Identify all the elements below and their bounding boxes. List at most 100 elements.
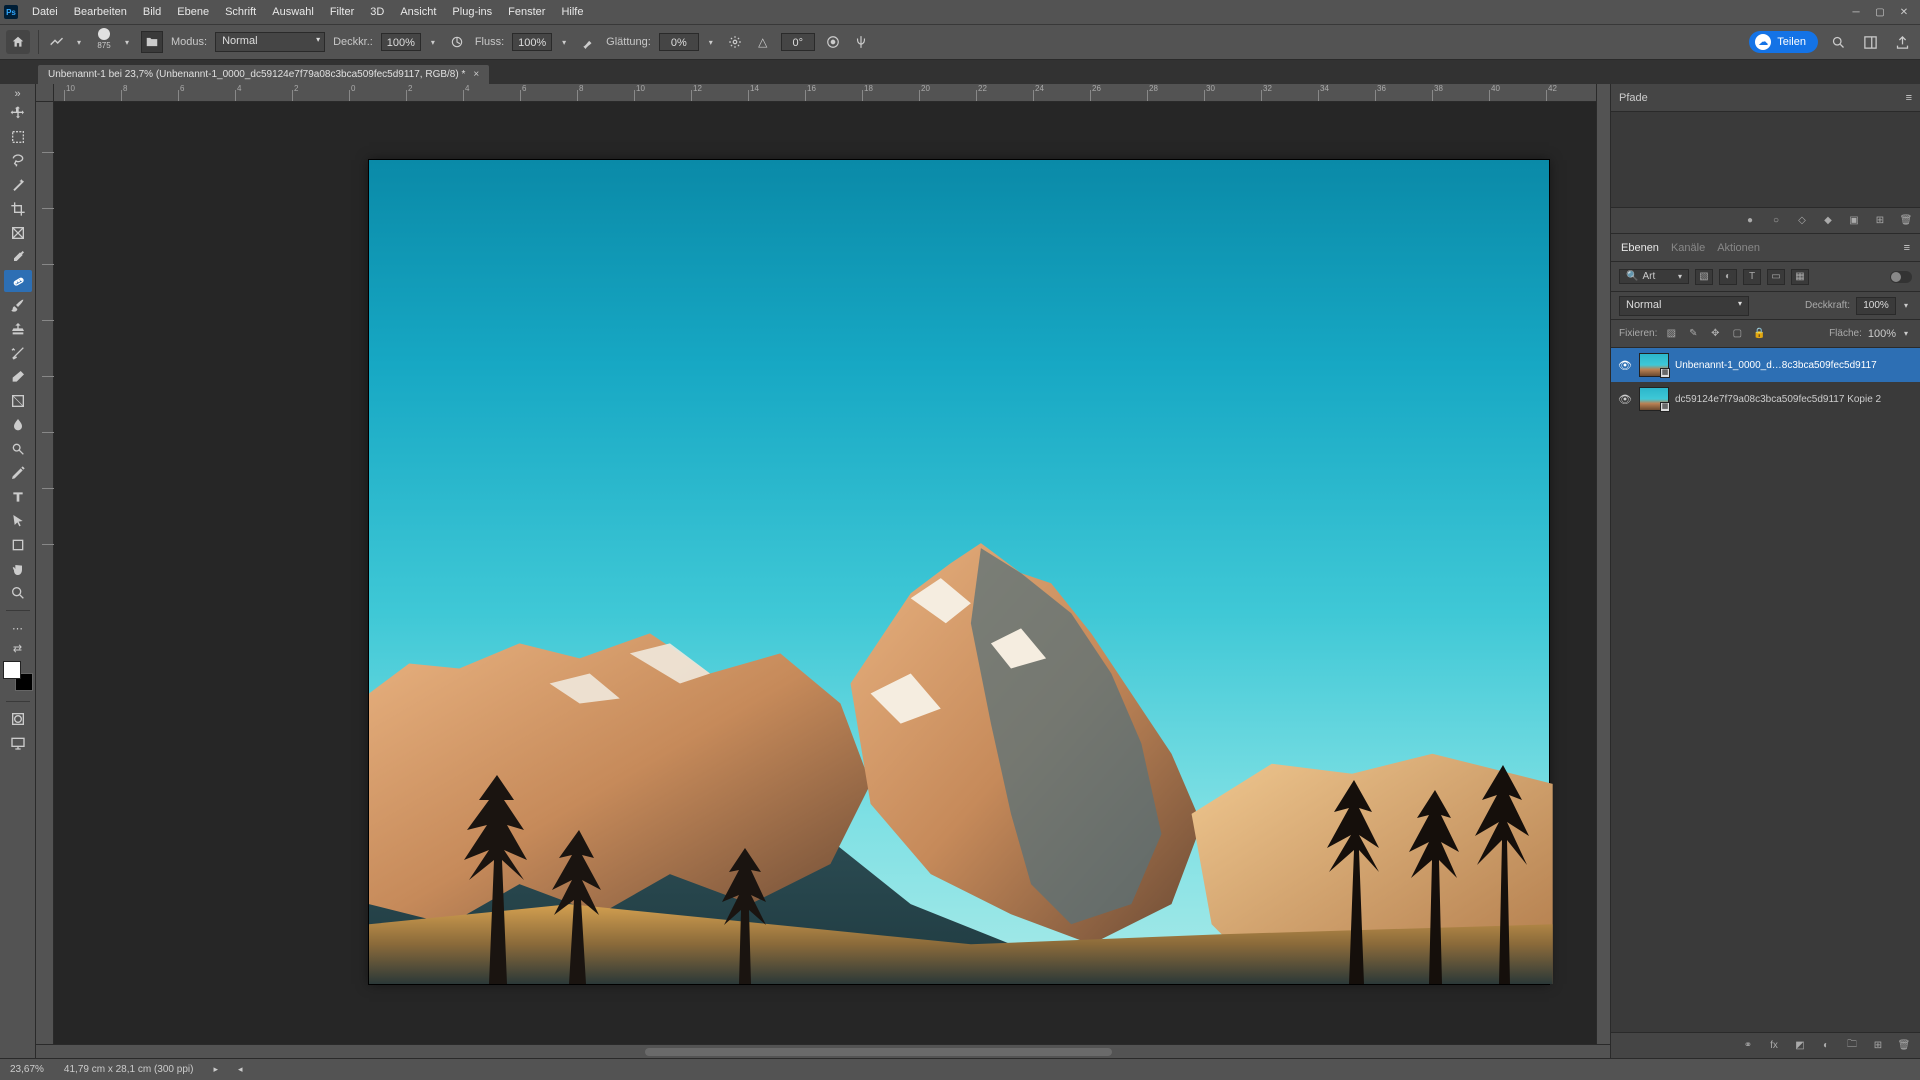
menu-schrift[interactable]: Schrift: [217, 2, 264, 22]
menu-hilfe[interactable]: Hilfe: [553, 2, 591, 22]
document-info[interactable]: 41,79 cm x 28,1 cm (300 ppi): [64, 1064, 194, 1075]
path-selection-tool[interactable]: [4, 510, 32, 532]
status-chevron-icon[interactable]: ▸: [213, 1064, 218, 1075]
chevron-down-icon[interactable]: ▾: [709, 38, 717, 47]
window-close-button[interactable]: ✕: [1892, 4, 1916, 20]
menu-auswahl[interactable]: Auswahl: [264, 2, 322, 22]
symmetry-icon[interactable]: [851, 32, 871, 52]
link-layers-icon[interactable]: ⚭: [1740, 1038, 1756, 1054]
layer-visibility-icon[interactable]: 👁: [1617, 393, 1633, 406]
window-minimize-button[interactable]: ─: [1844, 4, 1868, 20]
new-layer-icon[interactable]: ⊞: [1870, 1038, 1886, 1054]
layer-visibility-icon[interactable]: 👁: [1617, 359, 1633, 372]
foreground-background-colors[interactable]: [3, 661, 33, 691]
chevron-down-icon[interactable]: ▾: [1904, 301, 1912, 310]
panel-menu-icon[interactable]: ≡: [1906, 92, 1912, 104]
layer-row[interactable]: 👁 ▦ Unbenannt-1_0000_d…8c3bca509fec5d911…: [1611, 348, 1920, 382]
filter-pixel-icon[interactable]: ▧: [1695, 269, 1713, 285]
adjustment-layer-icon[interactable]: ◐: [1818, 1038, 1834, 1054]
healing-brush-tool[interactable]: [4, 270, 32, 292]
canvas-viewport[interactable]: [54, 102, 1596, 1044]
brush-panel-toggle[interactable]: [141, 31, 163, 53]
chevron-down-icon[interactable]: ▾: [77, 38, 85, 47]
menu-filter[interactable]: Filter: [322, 2, 362, 22]
tool-preset-icon[interactable]: [47, 32, 67, 52]
channels-tab[interactable]: Kanäle: [1671, 242, 1705, 254]
filter-adjustment-icon[interactable]: ◐: [1719, 269, 1737, 285]
layers-list[interactable]: 👁 ▦ Unbenannt-1_0000_d…8c3bca509fec5d911…: [1611, 348, 1920, 1032]
paths-list[interactable]: [1611, 112, 1920, 207]
ruler-vertical[interactable]: [36, 102, 54, 1044]
filter-toggle-switch[interactable]: [1890, 271, 1912, 283]
window-maximize-button[interactable]: ▢: [1868, 4, 1892, 20]
clone-stamp-tool[interactable]: [4, 318, 32, 340]
move-tool[interactable]: [4, 102, 32, 124]
zoom-level[interactable]: 23,67%: [10, 1064, 44, 1075]
add-mask-icon[interactable]: ▣: [1846, 213, 1862, 229]
layer-mask-icon[interactable]: ◩: [1792, 1038, 1808, 1054]
menu-fenster[interactable]: Fenster: [500, 2, 553, 22]
blur-tool[interactable]: [4, 414, 32, 436]
filter-shape-icon[interactable]: ▭: [1767, 269, 1785, 285]
selection-to-path-icon[interactable]: ◆: [1820, 213, 1836, 229]
angle-field[interactable]: 0°: [781, 33, 815, 51]
pen-tool[interactable]: [4, 462, 32, 484]
tools-expand-icon[interactable]: »: [4, 88, 32, 100]
lasso-tool[interactable]: [4, 150, 32, 172]
layer-filter-type[interactable]: 🔍 Art ▾: [1619, 269, 1689, 284]
marquee-tool[interactable]: [4, 126, 32, 148]
new-path-icon[interactable]: ⊞: [1872, 213, 1888, 229]
lock-position-icon[interactable]: ✥: [1707, 326, 1723, 342]
opacity-field[interactable]: 100%: [381, 33, 421, 51]
eyedropper-tool[interactable]: [4, 246, 32, 268]
layer-name[interactable]: dc59124e7f79a08c3bca509fec5d9117 Kopie 2: [1675, 394, 1914, 405]
new-group-icon[interactable]: 🗀: [1844, 1038, 1860, 1054]
fill-path-icon[interactable]: ●: [1742, 213, 1758, 229]
swap-colors-icon[interactable]: ⇄: [4, 641, 32, 655]
tab-close-icon[interactable]: ×: [473, 69, 479, 80]
lock-pixels-icon[interactable]: ✎: [1685, 326, 1701, 342]
pressure-size-icon[interactable]: [823, 32, 843, 52]
share-export-button[interactable]: [1890, 30, 1914, 54]
document-tab[interactable]: Unbenannt-1 bei 23,7% (Unbenannt-1_0000_…: [38, 65, 489, 84]
ruler-horizontal[interactable]: 1086420246810121416182022242628303234363…: [54, 84, 1596, 102]
menu-ansicht[interactable]: Ansicht: [392, 2, 444, 22]
document-canvas[interactable]: [369, 160, 1549, 984]
scrollbar-horizontal[interactable]: [54, 1045, 1610, 1058]
layer-fill-field[interactable]: 100%: [1868, 328, 1896, 340]
brush-preset-picker[interactable]: 875: [93, 28, 115, 56]
panel-menu-icon[interactable]: ≡: [1904, 242, 1910, 254]
chevron-down-icon[interactable]: ▾: [431, 38, 439, 47]
menu-bild[interactable]: Bild: [135, 2, 169, 22]
menu-ebene[interactable]: Ebene: [169, 2, 217, 22]
quick-mask-tool[interactable]: [4, 708, 32, 730]
type-tool[interactable]: [4, 486, 32, 508]
actions-tab[interactable]: Aktionen: [1717, 242, 1760, 254]
chevron-down-icon[interactable]: ▾: [125, 38, 133, 47]
filter-type-icon[interactable]: T: [1743, 269, 1761, 285]
menu-bearbeiten[interactable]: Bearbeiten: [66, 2, 135, 22]
pressure-opacity-icon[interactable]: [447, 32, 467, 52]
crop-tool[interactable]: [4, 198, 32, 220]
layer-opacity-field[interactable]: 100%: [1856, 297, 1896, 315]
history-brush-tool[interactable]: [4, 342, 32, 364]
rectangle-tool[interactable]: [4, 534, 32, 556]
layer-style-icon[interactable]: fx: [1766, 1038, 1782, 1054]
path-to-selection-icon[interactable]: ◇: [1794, 213, 1810, 229]
delete-path-icon[interactable]: 🗑: [1898, 213, 1914, 229]
airbrush-icon[interactable]: [578, 32, 598, 52]
layers-tab[interactable]: Ebenen: [1621, 242, 1659, 254]
layer-blend-mode-select[interactable]: Normal▾: [1619, 296, 1749, 316]
layer-thumbnail[interactable]: ▦: [1639, 387, 1669, 411]
menu-plugins[interactable]: Plug-ins: [444, 2, 500, 22]
chevron-down-icon[interactable]: ▾: [562, 38, 570, 47]
blend-mode-select[interactable]: Normal▾: [215, 32, 325, 52]
layer-row[interactable]: 👁 ▦ dc59124e7f79a08c3bca509fec5d9117 Kop…: [1611, 382, 1920, 416]
paths-tab[interactable]: Pfade: [1619, 92, 1648, 104]
status-chevron-icon[interactable]: ◂: [238, 1064, 243, 1075]
filter-smartobject-icon[interactable]: ▦: [1791, 269, 1809, 285]
lock-transparency-icon[interactable]: ▨: [1663, 326, 1679, 342]
layer-thumbnail[interactable]: ▦: [1639, 353, 1669, 377]
hand-tool[interactable]: [4, 558, 32, 580]
brush-tool[interactable]: [4, 294, 32, 316]
